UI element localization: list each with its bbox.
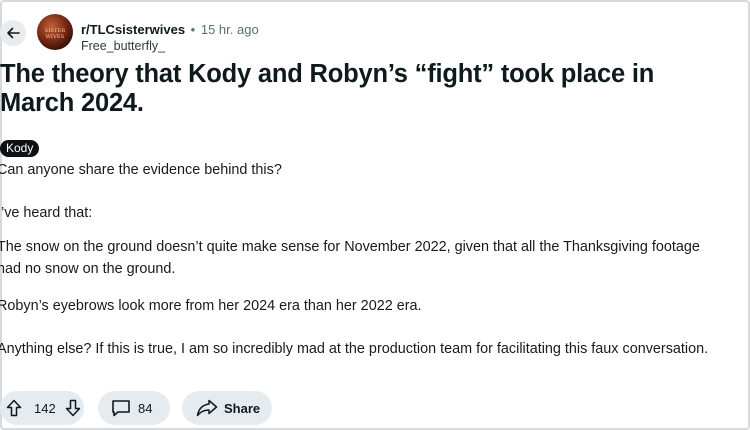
share-arrow-icon [196, 399, 218, 417]
upvote-button[interactable] [6, 399, 22, 417]
arrow-left-icon [7, 27, 20, 39]
speech-bubble-icon [111, 399, 131, 417]
vote-count: 142 [34, 400, 56, 416]
comments-button[interactable]: 84 [98, 391, 170, 425]
downvote-button[interactable] [65, 399, 81, 417]
body-paragraph: The snow on the ground doesn’t quite mak… [0, 239, 700, 255]
post-timestamp: 15 hr. ago [200, 22, 259, 37]
subreddit-avatar[interactable]: SISTER WIVES [37, 14, 73, 50]
arrow-up-icon [6, 399, 22, 417]
post-header: SISTER WIVES r/TLCsisterwives • 15 hr. a… [0, 12, 750, 60]
arrow-down-icon [65, 399, 80, 417]
comment-count: 84 [138, 400, 153, 416]
post-flair[interactable]: Kody [0, 140, 40, 157]
post-title: The theory that Kody and Robyn’s “fight”… [0, 60, 655, 117]
body-paragraph: Can anyone share the evidence behind thi… [0, 162, 282, 178]
vote-control: 142 [0, 391, 84, 425]
body-paragraph: had no snow on the ground. [0, 261, 176, 277]
subreddit-link[interactable]: r/TLCsisterwives [81, 22, 185, 37]
meta-separator: • [190, 22, 196, 37]
share-button[interactable]: Share [182, 391, 272, 425]
body-paragraph: Anything else? If this is true, I am so … [0, 341, 709, 357]
back-button[interactable] [0, 20, 26, 46]
post-meta: r/TLCsisterwives • 15 hr. ago [81, 22, 259, 37]
body-paragraph: I’ve heard that: [0, 205, 93, 221]
body-paragraph: Robyn’s eyebrows look more from her 2024… [0, 298, 422, 314]
avatar-logo-text: SISTER WIVES [44, 28, 66, 40]
share-label: Share [224, 400, 261, 416]
author-link[interactable]: Free_butterfly_ [81, 39, 165, 53]
